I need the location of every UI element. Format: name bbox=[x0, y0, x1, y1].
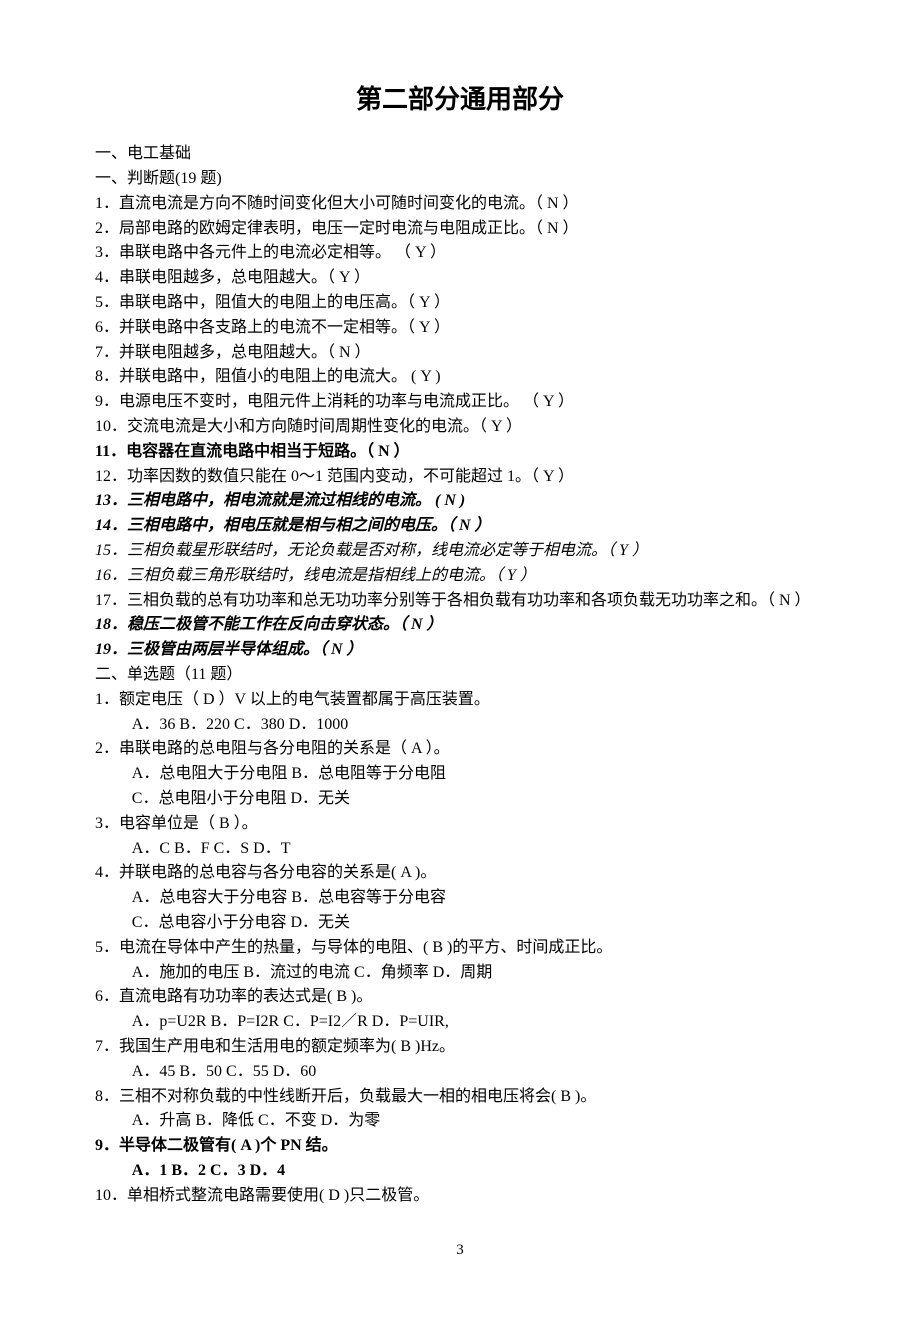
tf-item: 11．电容器在直流电路中相当于短路。（ N ） bbox=[95, 440, 825, 465]
mc-options: A．升高 B．降低 C．不变 D．为零 bbox=[95, 1109, 825, 1134]
tf-item: 10．交流电流是大小和方向随时间周期性变化的电流。（ Y ） bbox=[95, 415, 825, 440]
mc-question: 6．直流电路有功功率的表达式是( B )。 bbox=[95, 985, 825, 1010]
mc-options: A．45 B．50 C．55 D．60 bbox=[95, 1060, 825, 1085]
tf-header: 一、判断题(19 题) bbox=[95, 167, 825, 192]
page-number: 3 bbox=[95, 1239, 825, 1262]
mc-options: C．总电阻小于分电阻 D．无关 bbox=[95, 787, 825, 812]
mc-options: A．1 B．2 C．3 D．4 bbox=[95, 1159, 825, 1184]
mc-question: 7．我国生产用电和生活用电的额定频率为( B )Hz。 bbox=[95, 1035, 825, 1060]
mc-options: A．36 B．220 C．380 D．1000 bbox=[95, 713, 825, 738]
mc-question: 4．并联电路的总电容与各分电容的关系是( A )。 bbox=[95, 861, 825, 886]
tf-item: 17．三相负载的总有功功率和总无功功率分别等于各相负载有功功率和各项负载无功功率… bbox=[95, 589, 825, 614]
tf-item: 3．串联电路中各元件上的电流必定相等。 （ Y ） bbox=[95, 241, 825, 266]
section-header: 一、电工基础 bbox=[95, 142, 825, 167]
tf-item: 6．并联电路中各支路上的电流不一定相等。（ Y ） bbox=[95, 316, 825, 341]
mc-options: A．施加的电压 B．流过的电流 C．角频率 D．周期 bbox=[95, 961, 825, 986]
mc-question: 2．串联电路的总电阻与各分电阻的关系是（ A ）。 bbox=[95, 737, 825, 762]
tf-item: 16．三相负载三角形联结时，线电流是指相线上的电流。（ Y ） bbox=[95, 564, 825, 589]
tf-item: 19．三极管由两层半导体组成。（ N ） bbox=[95, 638, 825, 663]
mc-question: 3．电容单位是（ B ）。 bbox=[95, 812, 825, 837]
tf-item: 5．串联电路中，阻值大的电阻上的电压高。（ Y ） bbox=[95, 291, 825, 316]
mc-question: 1．额定电压（ D ）V 以上的电气装置都属于高压装置。 bbox=[95, 688, 825, 713]
mc-options: A．C B．F C．S D．T bbox=[95, 837, 825, 862]
mc-options: A．总电容大于分电容 B．总电容等于分电容 bbox=[95, 886, 825, 911]
tf-item: 9．电源电压不变时，电阻元件上消耗的功率与电流成正比。 （ Y ） bbox=[95, 390, 825, 415]
tf-item: 8．并联电路中，阻值小的电阻上的电流大。 ( Y ) bbox=[95, 365, 825, 390]
document-title: 第二部分通用部分 bbox=[95, 80, 825, 120]
mc-question: 9．半导体二极管有( A )个 PN 结。 bbox=[95, 1134, 825, 1159]
tf-item: 14．三相电路中，相电压就是相与相之间的电压。（ N ） bbox=[95, 514, 825, 539]
multiple-choice-list: 1．额定电压（ D ）V 以上的电气装置都属于高压装置。 A．36 B．220 … bbox=[95, 688, 825, 1209]
mc-options: A．p=U2R B．P=I2R C．P=I2／R D．P=UIR, bbox=[95, 1010, 825, 1035]
mc-options: C．总电容小于分电容 D．无关 bbox=[95, 911, 825, 936]
mc-header: 二、单选题（11 题） bbox=[95, 663, 825, 688]
true-false-list: 1．直流电流是方向不随时间变化但大小可随时间变化的电流。（ N ）2．局部电路的… bbox=[95, 192, 825, 663]
tf-item: 13．三相电路中，相电流就是流过相线的电流。 ( N ) bbox=[95, 489, 825, 514]
mc-question: 8．三相不对称负载的中性线断开后，负载最大一相的相电压将会( B )。 bbox=[95, 1085, 825, 1110]
tf-item: 7．并联电阻越多，总电阻越大。（ N ） bbox=[95, 341, 825, 366]
tf-item: 1．直流电流是方向不随时间变化但大小可随时间变化的电流。（ N ） bbox=[95, 192, 825, 217]
mc-question: 10．单相桥式整流电路需要使用( D )只二极管。 bbox=[95, 1184, 825, 1209]
tf-item: 12．功率因数的数值只能在 0～1 范围内变动，不可能超过 1。（ Y ） bbox=[95, 465, 825, 490]
tf-item: 15．三相负载星形联结时，无论负载是否对称，线电流必定等于相电流。（ Y ） bbox=[95, 539, 825, 564]
mc-question: 5．电流在导体中产生的热量，与导体的电阻、( B )的平方、时间成正比。 bbox=[95, 936, 825, 961]
mc-options: A．总电阻大于分电阻 B．总电阻等于分电阻 bbox=[95, 762, 825, 787]
tf-item: 4．串联电阻越多，总电阻越大。（ Y ） bbox=[95, 266, 825, 291]
tf-item: 18．稳压二极管不能工作在反向击穿状态。（ N ） bbox=[95, 613, 825, 638]
tf-item: 2．局部电路的欧姆定律表明，电压一定时电流与电阻成正比。（ N ） bbox=[95, 217, 825, 242]
